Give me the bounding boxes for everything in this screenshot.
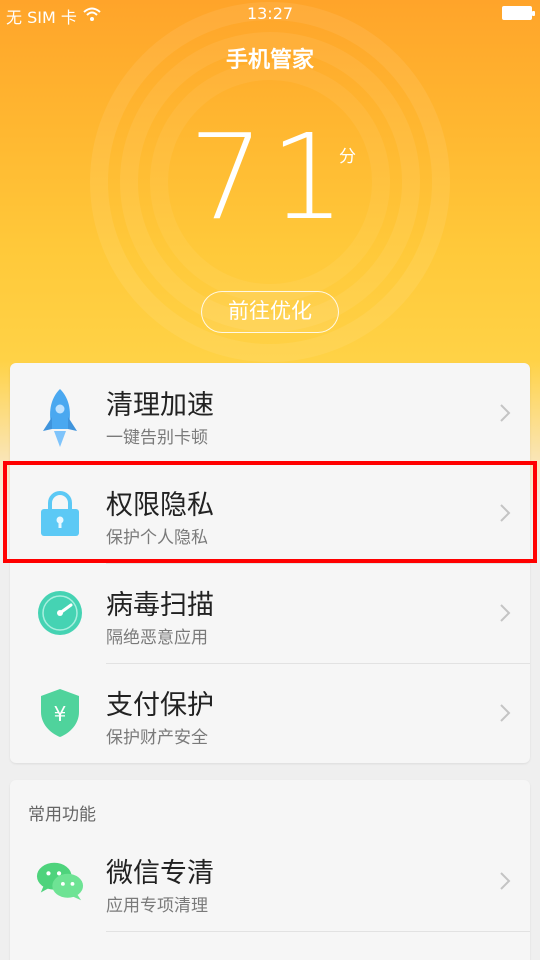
chevron-right-icon xyxy=(500,604,511,622)
chevron-right-icon xyxy=(500,404,511,422)
highlight-box xyxy=(3,461,537,563)
item-subtitle: 一键告别卡顿 xyxy=(106,428,208,448)
list-item-wechat-clean[interactable]: 微信专清 应用专项清理 xyxy=(10,831,530,931)
yuan-shield-icon: ¥ xyxy=(36,689,84,737)
main-features-card: 清理加速 一键告别卡顿 权限隐私 保护个人隐私 病毒扫描 隔绝恶意应用 ¥ 支付… xyxy=(10,363,530,763)
list-item-virus-scan[interactable]: 病毒扫描 隔绝恶意应用 xyxy=(10,563,530,663)
item-title: 微信专清 xyxy=(106,858,214,889)
chevron-right-icon xyxy=(500,704,511,722)
battery-icon xyxy=(502,6,535,20)
item-title: 清理加速 xyxy=(106,390,214,421)
phone-manager-screen: 无 SIM 卡 13:27 手机管家 71 分 前往优化 清理加速 一键告别卡顿… xyxy=(0,0,540,960)
list-item-clean-speed[interactable]: 清理加速 一键告别卡顿 xyxy=(10,363,530,463)
svg-text:¥: ¥ xyxy=(54,702,67,726)
status-right xyxy=(502,6,535,20)
health-score: 71 xyxy=(188,108,352,246)
optimize-button[interactable]: 前往优化 xyxy=(201,291,339,333)
section-header: 常用功能 xyxy=(28,805,96,825)
item-title: 支付保护 xyxy=(106,690,214,721)
item-subtitle: 保护财产安全 xyxy=(106,728,208,748)
chevron-right-icon xyxy=(500,872,511,890)
item-subtitle: 隔绝恶意应用 xyxy=(106,628,208,648)
divider xyxy=(106,931,530,932)
wechat-icon xyxy=(36,857,84,905)
score-unit: 分 xyxy=(339,147,356,167)
rocket-icon xyxy=(36,389,84,447)
list-item-payment-protect[interactable]: ¥ 支付保护 保护财产安全 xyxy=(10,663,530,763)
item-subtitle: 应用专项清理 xyxy=(106,896,208,916)
scan-clock-icon xyxy=(36,589,84,637)
item-title: 病毒扫描 xyxy=(106,590,214,621)
common-features-card: 常用功能 微信专清 应用专项清理 xyxy=(10,780,530,960)
